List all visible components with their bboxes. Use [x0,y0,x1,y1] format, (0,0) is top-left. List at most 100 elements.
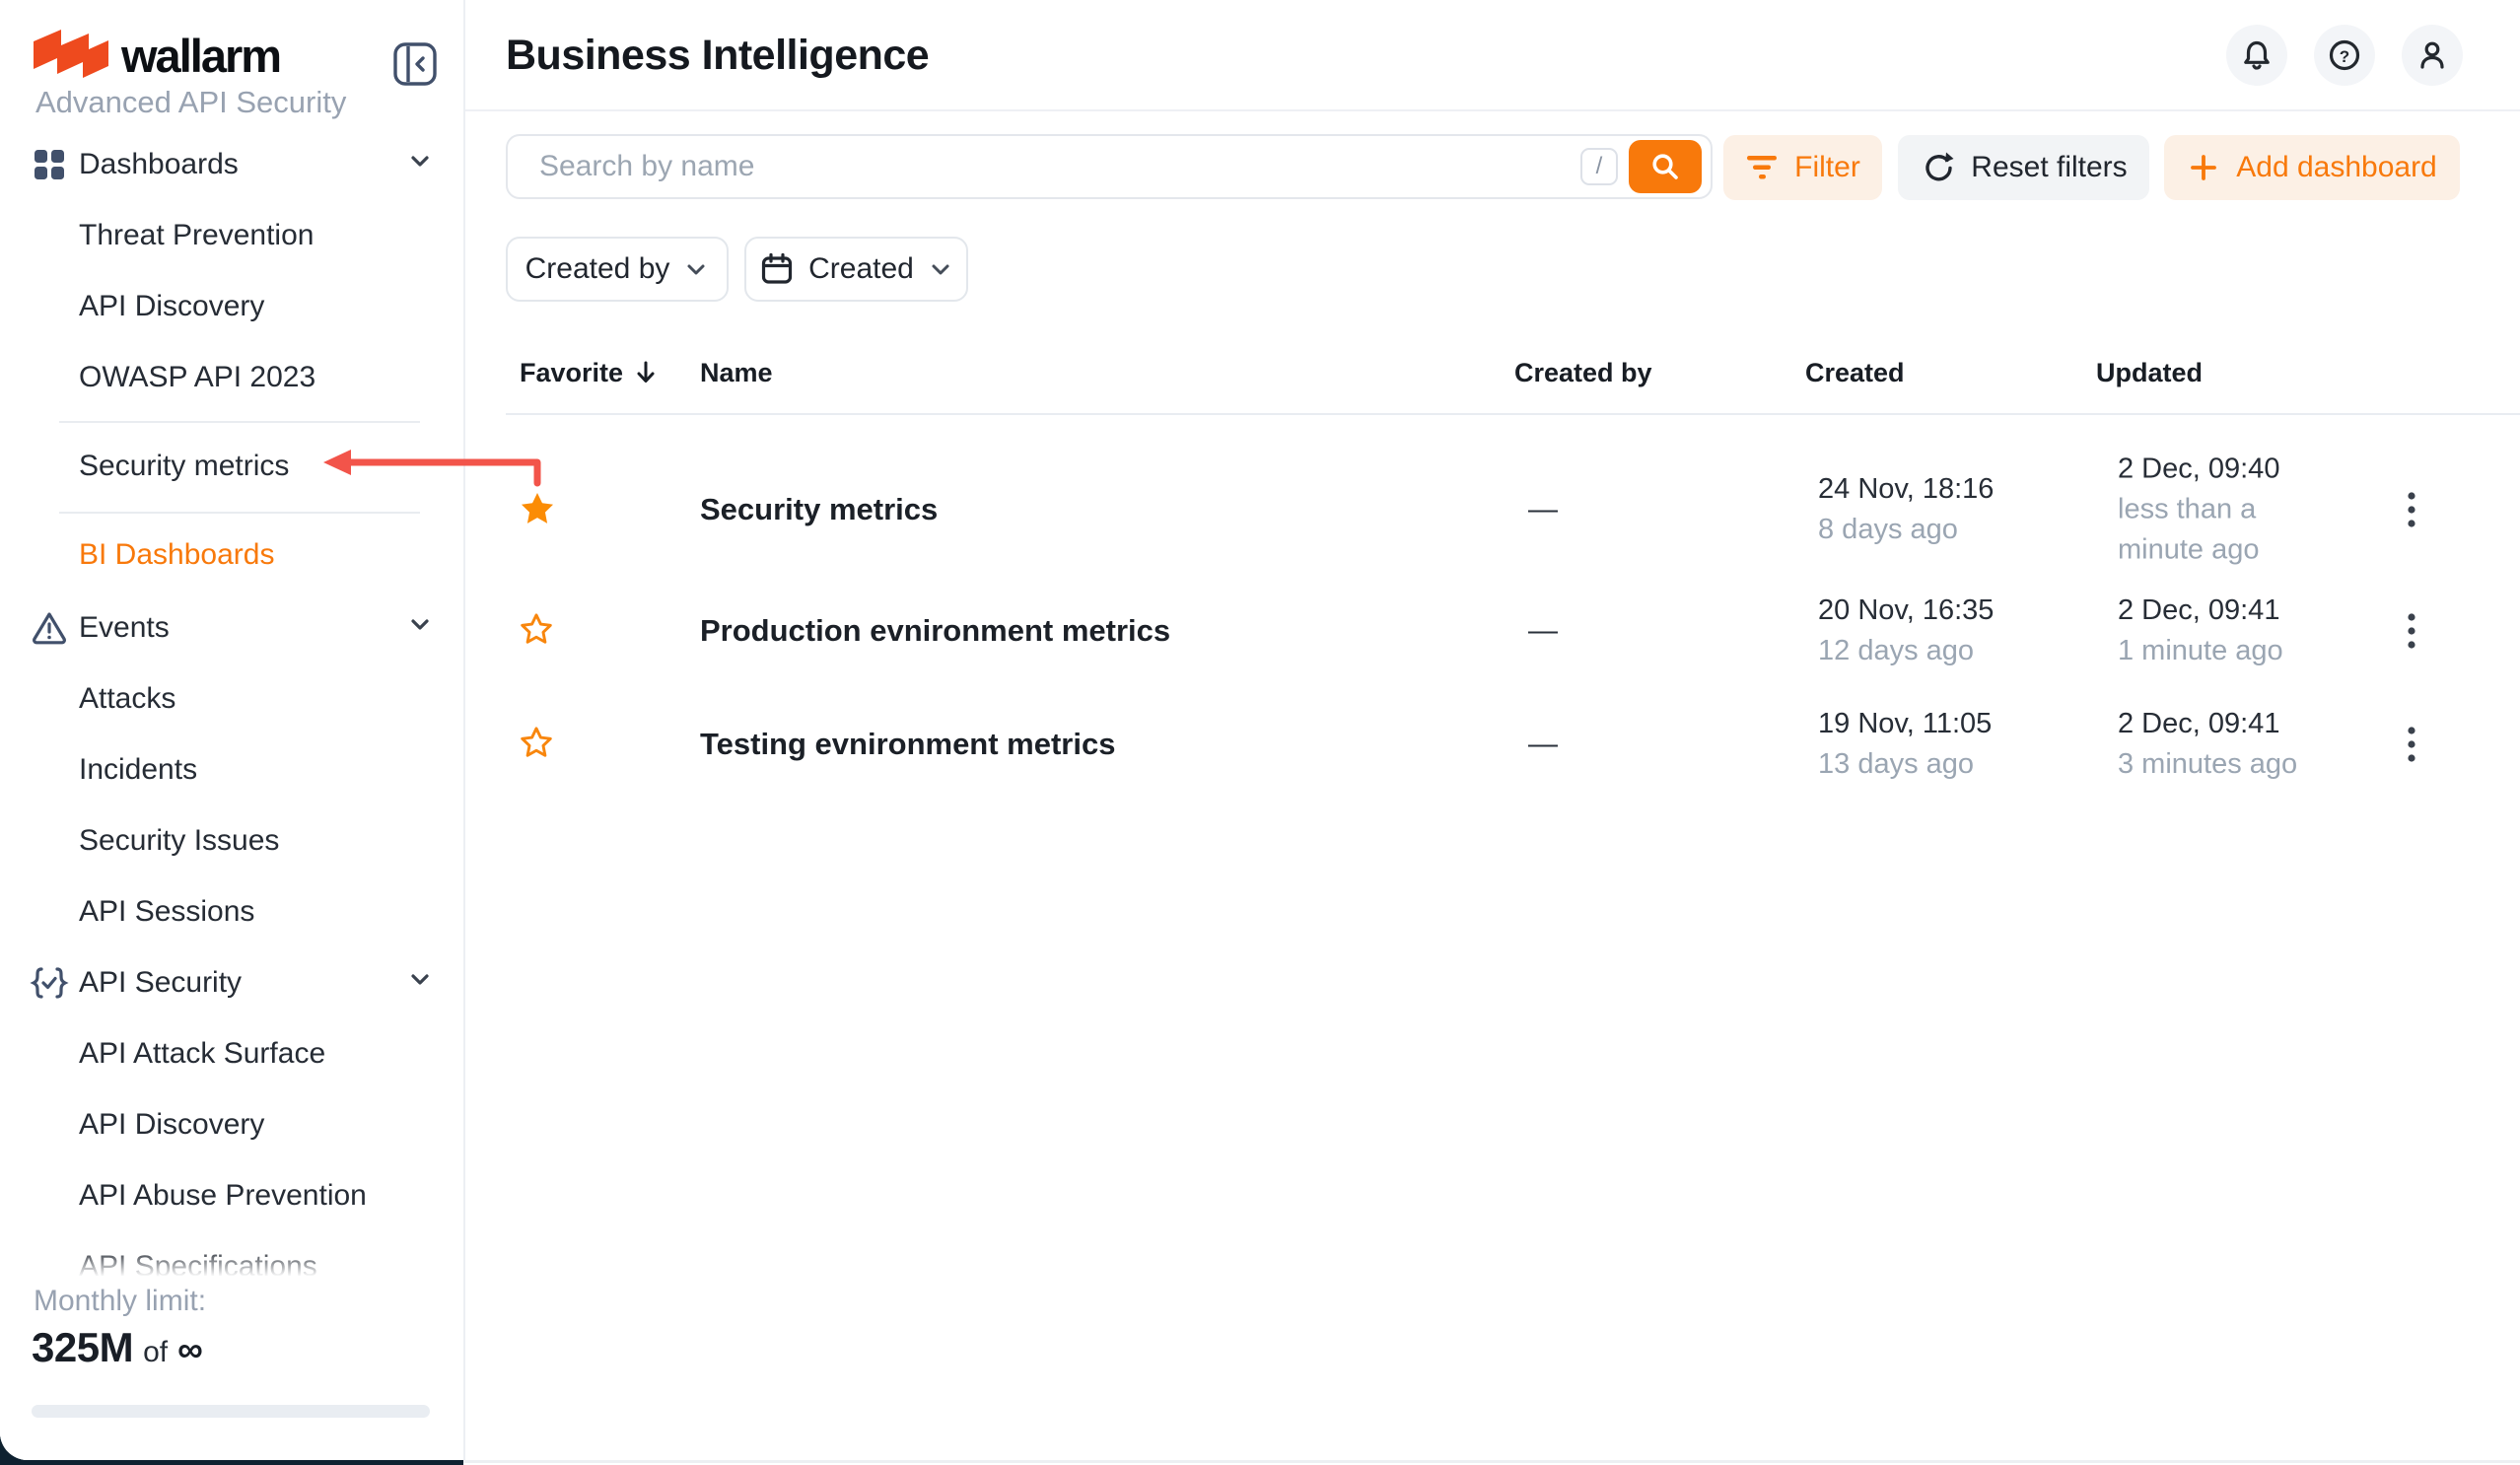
created-by-value: — [1528,614,1558,648]
chevron-down-icon [406,147,434,182]
created-date: 19 Nov, 11:05 [1818,704,1992,744]
sidebar-section-dashboards[interactable]: Dashboards [0,129,461,200]
column-header-updated: Updated [2096,347,2203,398]
wallarm-logo-icon [33,29,109,82]
chevron-down-icon [683,256,709,282]
section-label: API Security [79,966,242,1000]
dashboard-name-link[interactable]: Security metrics [700,492,938,527]
sidebar-item-incidents[interactable]: Incidents [0,734,461,805]
add-dashboard-button[interactable]: Add dashboard [2164,135,2460,200]
filter-button[interactable]: Filter [1723,135,1882,200]
sidebar-item-threat-prevention[interactable]: Threat Prevention [0,200,461,271]
favorite-star-outline-icon[interactable] [519,725,558,764]
dashboard-name-link[interactable]: Production evnironment metrics [700,613,1170,649]
sidebar-item-api-attack-surface[interactable]: API Attack Surface [0,1018,461,1089]
collapse-sidebar-icon[interactable] [392,41,438,87]
updated-date: 2 Dec, 09:41 [2118,591,2315,631]
table-row: Production evnironment metrics — 20 Nov,… [465,586,2520,676]
monthly-limit-used: 325M [32,1324,133,1371]
brand-name: wallarm [121,29,280,83]
brand-logo[interactable]: wallarm [33,26,280,85]
item-label: Threat Prevention [79,219,314,252]
item-label: API Abuse Prevention [79,1179,367,1213]
item-label: API Attack Surface [79,1037,325,1071]
item-label: API Discovery [79,1108,264,1142]
section-label: Events [79,611,170,645]
sidebar-section-events[interactable]: Events [0,593,461,663]
column-header-favorite[interactable]: Favorite [520,347,657,398]
item-label: API Sessions [79,895,254,929]
row-actions-menu-icon[interactable] [2392,722,2431,767]
item-label: Security Issues [79,824,279,858]
sidebar-item-attacks[interactable]: Attacks [0,663,461,734]
header-actions: ? [2226,25,2463,86]
sidebar-item-api-discovery-2[interactable]: API Discovery [0,1089,461,1160]
favorite-star-outline-icon[interactable] [519,611,558,651]
svg-text:?: ? [2340,47,2349,66]
table-header-divider [506,413,2520,415]
divider [59,512,420,514]
monthly-limit-of: of [143,1336,168,1369]
updated-relative: 3 minutes ago [2118,744,2315,785]
filter-icon [1745,153,1779,182]
sidebar-section-api-security[interactable]: API Security [0,947,461,1018]
sidebar-item-api-abuse-prevention[interactable]: API Abuse Prevention [0,1160,461,1231]
created-cell: 19 Nov, 11:05 13 days ago [1818,704,1992,785]
column-header-created: Created [1805,347,1905,398]
bottom-light-edge [463,1460,2520,1463]
sidebar-item-security-issues[interactable]: Security Issues [0,805,461,876]
row-actions-menu-icon[interactable] [2392,487,2431,532]
table-row: Security metrics — 24 Nov, 18:16 8 days … [465,434,2520,586]
favorite-header-label: Favorite [520,358,623,388]
infinity-symbol: ∞ [177,1329,203,1370]
created-date-filter-dropdown[interactable]: Created [744,237,968,302]
created-relative: 13 days ago [1818,744,1992,785]
updated-date: 2 Dec, 09:40 [2118,450,2315,490]
row-actions-menu-icon[interactable] [2392,608,2431,654]
created-by-value: — [1528,493,1558,526]
sidebar-item-api-discovery[interactable]: API Discovery [0,271,461,342]
page-title: Business Intelligence [506,32,929,80]
notifications-button[interactable] [2226,25,2287,86]
filter-label: Filter [1794,151,1860,184]
search-input[interactable] [506,134,1713,199]
item-label: Security metrics [79,450,289,483]
keyboard-shortcut-badge: / [1580,148,1618,185]
created-date: 24 Nov, 18:16 [1818,469,1994,510]
item-label: OWASP API 2023 [79,361,315,394]
item-label: Attacks [79,682,175,716]
created-relative: 12 days ago [1818,631,1994,671]
created-cell: 20 Nov, 16:35 12 days ago [1818,591,1994,671]
search-button[interactable] [1629,140,1702,193]
chevron-down-icon [406,965,434,1001]
favorite-star-filled-icon[interactable] [519,490,558,529]
sidebar-item-owasp-api-2023[interactable]: OWASP API 2023 [0,342,461,413]
created-by-filter-dropdown[interactable]: Created by [506,237,729,302]
updated-relative: less than a minute ago [2118,490,2315,571]
table-row: Testing evnironment metrics — 19 Nov, 11… [465,699,2520,790]
column-header-name: Name [700,347,773,398]
help-button[interactable]: ? [2314,25,2375,86]
divider [59,421,420,423]
grid-icon [30,145,69,184]
main-content: Business Intelligence ? [465,0,2520,1460]
monthly-limit-panel: Monthly limit: 325M of ∞ [0,1277,461,1460]
updated-date: 2 Dec, 09:41 [2118,704,2315,744]
created-date-filter-label: Created [808,252,914,286]
question-icon: ? [2326,36,2363,74]
sidebar-item-api-sessions[interactable]: API Sessions [0,876,461,947]
created-date: 20 Nov, 16:35 [1818,591,1994,631]
reset-filters-button[interactable]: Reset filters [1898,135,2149,200]
updated-cell: 2 Dec, 09:40 less than a minute ago [2118,450,2315,571]
search-icon [1648,150,1682,183]
account-button[interactable] [2402,25,2463,86]
dashboard-name-link[interactable]: Testing evnironment metrics [700,727,1115,762]
page-header: Business Intelligence ? [465,0,2520,111]
created-relative: 8 days ago [1818,510,1994,550]
created-by-value: — [1528,728,1558,761]
app-window: wallarm Advanced API Security [0,0,2520,1465]
item-label: BI Dashboards [79,538,274,572]
reset-filters-label: Reset filters [1971,151,2127,184]
sidebar-item-security-metrics[interactable]: Security metrics [0,431,461,502]
sidebar-item-bi-dashboards[interactable]: BI Dashboards [0,520,461,591]
